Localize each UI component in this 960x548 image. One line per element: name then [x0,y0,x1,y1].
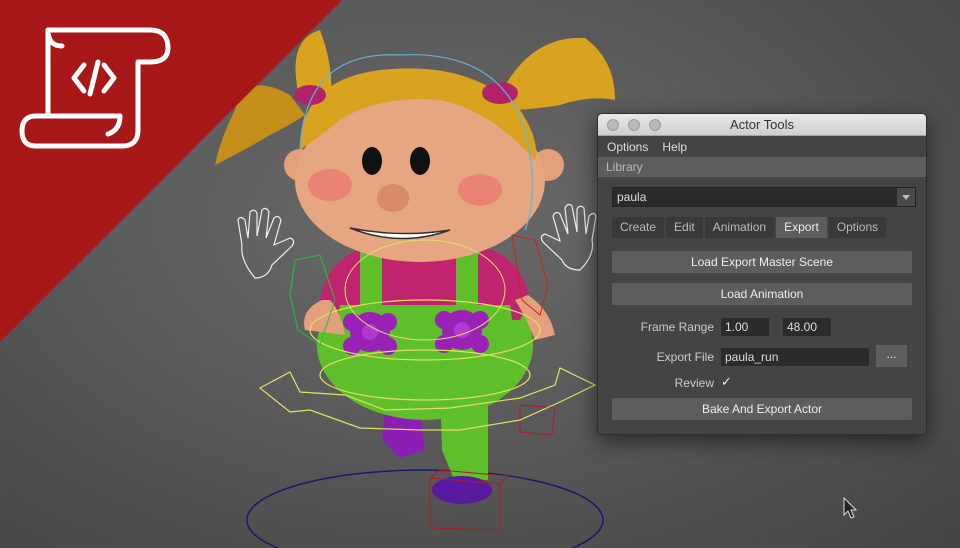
flower-right [435,310,489,353]
window-title: Actor Tools [729,117,795,132]
tab-animation[interactable]: Animation [704,217,775,238]
export-file-label: Export File [656,350,714,364]
actor-select-dropdown[interactable]: paula [612,187,916,207]
tab-edit[interactable]: Edit [666,217,703,238]
hand-control-right [540,203,597,271]
window-minimize-button[interactable] [628,119,640,131]
actor-select-value: paula [617,190,647,204]
frame-end-field[interactable]: 48.00 [783,318,831,336]
menu-bar: Options Help [598,136,926,157]
tab-export[interactable]: Export [776,217,827,238]
character-shoe-right [432,476,492,504]
character-cheek-right [458,174,502,206]
character-eye-left [362,147,382,175]
frame-range-label: Frame Range [640,320,714,334]
export-tab-panel: Load Export Master Scene Load Animation … [612,238,916,428]
foot-rig-box-left [519,404,556,436]
browse-button[interactable]: ... [876,345,907,367]
library-section-header[interactable]: Library [598,157,926,177]
bake-and-export-button[interactable]: Bake And Export Actor [612,398,912,420]
load-animation-button[interactable]: Load Animation [612,283,912,305]
hand-control-left [237,207,295,279]
actor-tools-window[interactable]: Actor Tools Options Help Library paula C… [597,113,927,435]
frame-start-field[interactable]: 1.00 [721,318,769,336]
character-eye-right [410,147,430,175]
mouse-cursor-icon [843,497,858,519]
window-titlebar[interactable]: Actor Tools [598,114,926,136]
window-close-button[interactable] [607,119,619,131]
character-nose [377,184,409,212]
export-file-field[interactable]: paula_run [721,348,869,366]
menu-help[interactable]: Help [662,140,687,154]
review-label: Review [674,376,714,390]
flower-left [343,312,397,355]
tab-bar: Create Edit Animation Export Options [612,217,887,238]
tab-create[interactable]: Create [612,217,665,238]
tab-options[interactable]: Options [828,217,887,238]
menu-options[interactable]: Options [607,140,648,154]
ground-circle [246,469,604,548]
window-zoom-button[interactable] [649,119,661,131]
character-pigtail-right [500,37,615,110]
load-export-master-scene-button[interactable]: Load Export Master Scene [612,251,912,273]
character-cheek-left [308,169,352,201]
review-checkbox[interactable]: ✓ [721,374,732,390]
chevron-down-icon[interactable] [897,188,915,206]
